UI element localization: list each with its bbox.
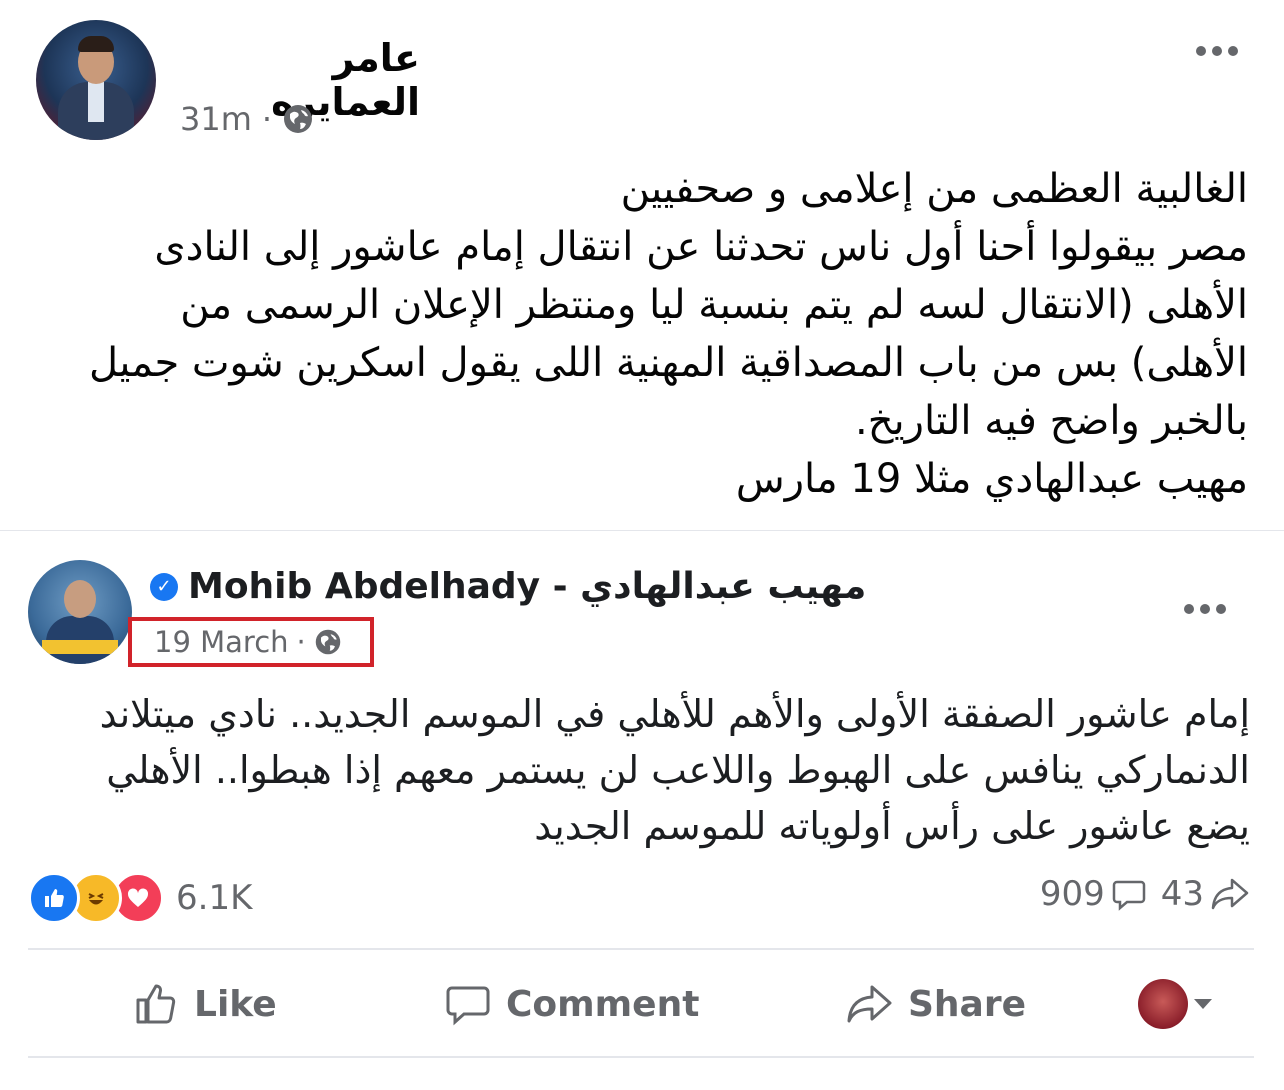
dot — [1200, 604, 1210, 614]
action-bar: Like Comment Share — [28, 960, 1254, 1048]
like-button[interactable]: Like — [132, 980, 277, 1028]
comment-label: Comment — [506, 983, 700, 1025]
user-avatar — [1138, 979, 1188, 1029]
comment-button[interactable]: Comment — [444, 980, 699, 1028]
engagement-stats: 909 43 — [1040, 874, 1250, 914]
share-stat[interactable]: 43 — [1161, 874, 1250, 914]
shared-text-line: يضع عاشور على رأس أولوياته للموسم الجديد — [534, 804, 1250, 848]
dot — [1216, 604, 1226, 614]
share-arrow-icon — [1211, 878, 1249, 910]
like-label: Like — [194, 983, 277, 1025]
divider — [28, 1056, 1254, 1058]
more-options-icon[interactable] — [1184, 604, 1226, 614]
reactions-summary[interactable]: 6.1K — [28, 872, 252, 924]
globe-icon[interactable] — [314, 628, 342, 656]
shared-author-header: ✓ Mohib Abdelhady - مهيب عبدالهادي — [150, 566, 866, 607]
share-label: Share — [908, 983, 1027, 1025]
like-reaction-icon — [28, 872, 80, 924]
share-button[interactable]: Share — [844, 981, 1026, 1027]
dot — [1196, 46, 1206, 56]
shared-text-line: إمام عاشور الصفقة الأولى والأهم للأهلي ف… — [99, 692, 1250, 736]
meta-separator: · — [261, 100, 273, 138]
author-avatar[interactable] — [36, 20, 156, 140]
post-text: الغالبية العظمى من إعلامى و صحفيين مصر ب… — [30, 160, 1248, 508]
post-text-line: بالخبر واضح فيه التاريخ. — [854, 398, 1248, 444]
chevron-down-icon — [1194, 999, 1212, 1009]
share-icon — [847, 985, 892, 1023]
highlighted-date-box: 19 March · — [128, 617, 374, 667]
thumbs-up-icon — [136, 984, 176, 1024]
post-text-line: الأهلى (الانتقال لسه لم يتم بنسبة ليا وم… — [180, 282, 1248, 328]
shared-text-line: الدنماركي ينافس على الهبوط واللاعب لن يس… — [106, 748, 1250, 792]
post-text-line: مصر بيقولوا أحنا أول ناس تحدثنا عن انتقا… — [154, 224, 1248, 270]
avatar-caption-bar — [42, 640, 118, 654]
reaction-profile-selector[interactable] — [1138, 979, 1212, 1029]
post-text-line: الغالبية العظمى من إعلامى و صحفيين — [620, 166, 1248, 212]
share-count: 43 — [1160, 874, 1204, 914]
reaction-count: 6.1K — [176, 878, 253, 918]
post-text-line: مهيب عبدالهادي مثلا 19 مارس — [735, 456, 1248, 502]
verified-badge-icon: ✓ — [150, 572, 178, 601]
comment-icon — [446, 986, 490, 1026]
post-text-line: الأهلى) بس من باب المصداقية المهنية اللى… — [88, 340, 1248, 386]
avatar-face — [64, 580, 96, 618]
divider — [28, 948, 1254, 950]
dot — [1212, 46, 1222, 56]
comment-stat[interactable]: 909 — [1040, 874, 1147, 914]
dot — [1184, 604, 1194, 614]
avatar-hair — [78, 36, 114, 52]
meta-separator: · — [296, 625, 306, 659]
post-meta: 31m · — [180, 100, 314, 138]
shared-post-text: إمام عاشور الصفقة الأولى والأهم للأهلي ف… — [60, 686, 1250, 854]
more-options-icon[interactable] — [1196, 46, 1238, 56]
avatar-shirt — [88, 82, 104, 122]
shared-author-name[interactable]: Mohib Abdelhady - مهيب عبدالهادي — [188, 566, 866, 607]
comment-bubble-icon — [1112, 880, 1145, 911]
comment-count: 909 — [1039, 874, 1105, 914]
shared-author-avatar[interactable] — [28, 560, 132, 664]
post-time[interactable]: 31m — [180, 100, 252, 138]
dot — [1228, 46, 1238, 56]
shared-post-date[interactable]: 19 March — [154, 625, 289, 659]
globe-icon[interactable] — [282, 103, 314, 135]
